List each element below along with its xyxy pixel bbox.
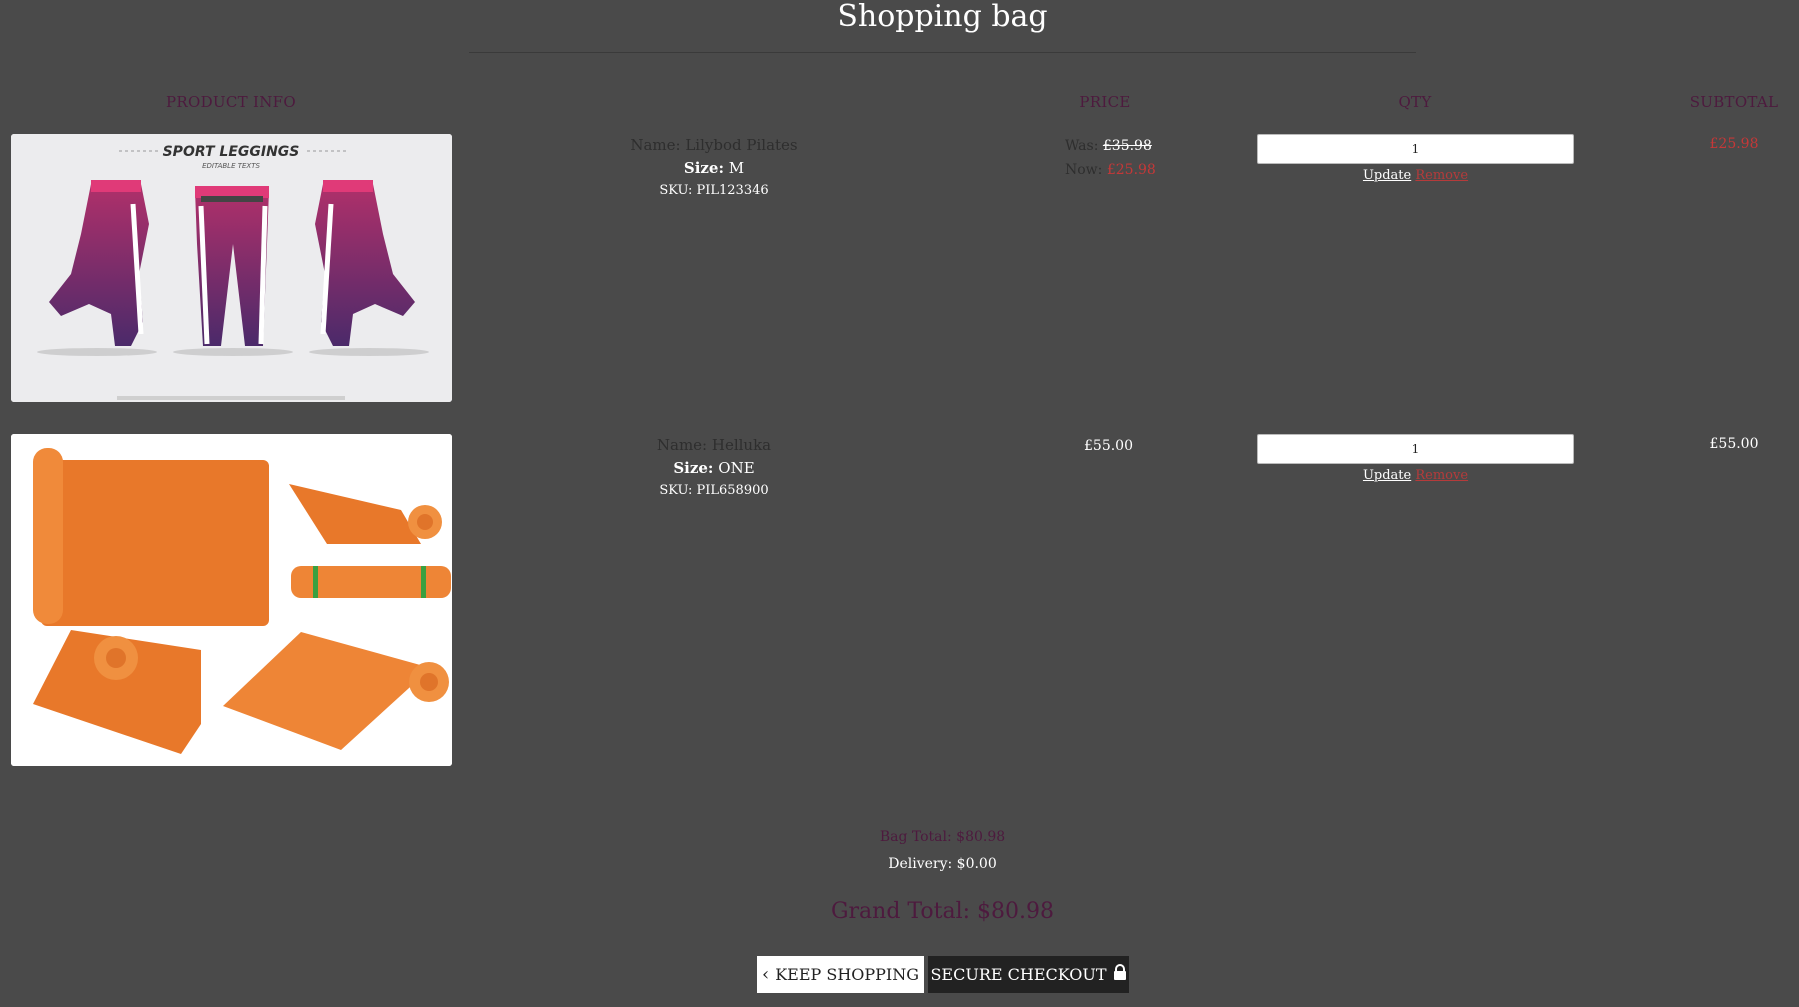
title-divider xyxy=(469,52,1416,53)
item-price: £55.00 xyxy=(1084,438,1133,454)
item-sku: SKU: PIL123346 xyxy=(659,183,769,198)
chevron-left-icon: ‹ xyxy=(761,964,770,985)
price-was: £35.98 xyxy=(1102,138,1152,154)
column-header-product-info: PRODUCT INFO xyxy=(166,93,296,111)
column-header-subtotal: SUBTOTAL xyxy=(1689,93,1779,111)
item-info: Name: Helluka Size: ONE SKU: PIL658900 xyxy=(560,434,868,502)
price-was-label: Was: xyxy=(1065,138,1099,154)
keep-shopping-label: KEEP SHOPPING xyxy=(775,965,920,984)
leggings-illustration: SPORT LEGGINGS EDITABLE TEXTS xyxy=(11,134,452,402)
price-now-label: Now: xyxy=(1065,162,1103,178)
lock-icon xyxy=(1113,956,1127,993)
item-price: Was: £35.98 Now: £25.98 xyxy=(1065,134,1156,182)
size-value: M xyxy=(728,159,745,177)
delivery-total: Delivery: $0.00 xyxy=(888,856,997,872)
size-value: ONE xyxy=(718,459,755,477)
item-name: Name: Lilybod Pilates xyxy=(630,136,798,154)
remove-link[interactable]: Remove xyxy=(1415,468,1468,483)
quantity-input[interactable]: 1 xyxy=(1257,134,1574,164)
yoga-mat-illustration xyxy=(11,434,452,766)
product-image-yoga-mat[interactable] xyxy=(11,434,452,766)
item-sku: SKU: PIL658900 xyxy=(659,483,769,498)
item-info: Name: Lilybod Pilates Size: M SKU: PIL12… xyxy=(560,134,868,202)
size-label: Size: xyxy=(673,459,714,477)
product-image-leggings[interactable]: SPORT LEGGINGS EDITABLE TEXTS xyxy=(11,134,452,402)
column-header-price: PRICE xyxy=(1079,93,1131,111)
secure-checkout-label: SECURE CHECKOUT xyxy=(930,965,1107,984)
size-label: Size: xyxy=(683,159,724,177)
item-subtotal: £55.00 xyxy=(1709,436,1759,452)
item-actions: Update Remove xyxy=(1257,168,1574,183)
item-actions: Update Remove xyxy=(1257,468,1574,483)
item-name: Name: Helluka xyxy=(656,436,772,454)
price-now: £25.98 xyxy=(1106,162,1156,178)
bag-total: Bag Total: $80.98 xyxy=(879,829,1006,845)
keep-shopping-button[interactable]: ‹ KEEP SHOPPING xyxy=(757,956,924,993)
grand-total: Grand Total: $80.98 xyxy=(830,899,1055,924)
update-link[interactable]: Update xyxy=(1363,468,1411,483)
remove-link[interactable]: Remove xyxy=(1415,168,1468,183)
quantity-input[interactable]: 1 xyxy=(1257,434,1574,464)
update-link[interactable]: Update xyxy=(1363,168,1411,183)
secure-checkout-button[interactable]: SECURE CHECKOUT xyxy=(928,956,1129,993)
item-subtotal: £25.98 xyxy=(1709,136,1759,152)
page-title: Shopping bag xyxy=(837,0,1048,34)
image-heading: SPORT LEGGINGS xyxy=(163,144,300,160)
image-subheading: EDITABLE TEXTS xyxy=(202,162,260,170)
column-header-qty: QTY xyxy=(1398,93,1432,111)
